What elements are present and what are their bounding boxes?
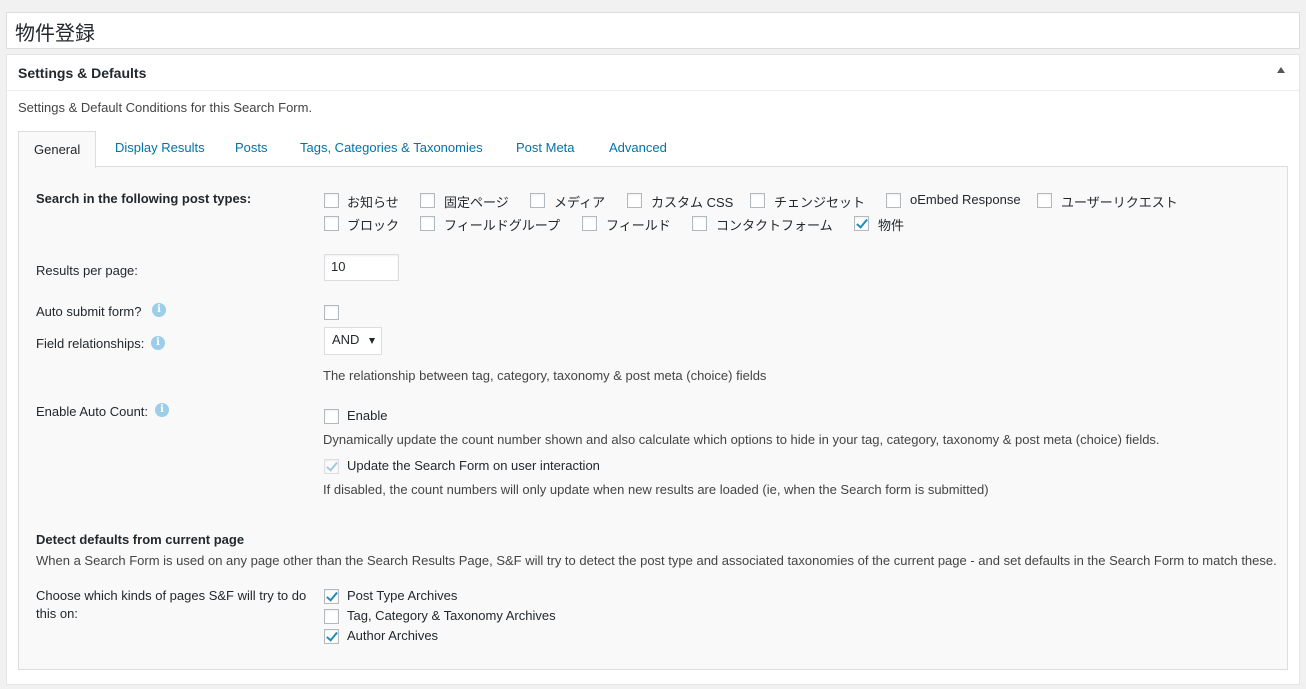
auto-count-label: Enable Auto Count: [36,404,149,419]
detect-option-checkbox[interactable] [324,589,339,604]
tab-tags-categories-taxonomies[interactable]: Tags, Categories & Taxonomies [300,131,483,167]
post-type-label: チェンジセット [774,195,866,210]
field-relationships-select[interactable]: AND [324,327,382,355]
post-type-checkbox[interactable] [530,193,545,208]
results-per-page-label: Results per page: [36,263,138,278]
post-type-label: メディア [554,195,606,210]
auto-count-description: Dynamically update the count number show… [323,432,1160,447]
field-relationships-description: The relationship between tag, category, … [323,368,767,383]
post-type-checkbox[interactable] [324,193,339,208]
post-type-checkbox[interactable] [420,193,435,208]
update-on-interaction-checkbox[interactable] [324,459,339,474]
post-type-label: 固定ページ [444,195,509,210]
detect-option-checkbox[interactable] [324,609,339,624]
auto-count-enable-checkbox[interactable] [324,409,339,424]
post-type-checkbox[interactable] [1037,193,1052,208]
metabox-description: Settings & Default Conditions for this S… [18,100,313,115]
tab-advanced[interactable]: Advanced [609,131,667,167]
update-on-interaction-description: If disabled, the count numbers will only… [323,482,989,497]
post-title-input[interactable]: 物件登録 [15,17,95,46]
update-on-interaction-label: Update the Search Form on user interacti… [347,458,600,473]
detect-defaults-description: When a Search Form is used on any page o… [36,553,1277,568]
detect-option-checkbox[interactable] [324,629,339,644]
tab-general[interactable]: General [18,131,97,168]
post-type-checkbox[interactable] [324,216,339,231]
detect-option-label: Author Archives [347,628,439,643]
tab-post-meta[interactable]: Post Meta [516,131,575,167]
post-type-checkbox[interactable] [750,193,765,208]
metabox-header[interactable]: Settings & Defaults [7,55,1299,91]
post-type-checkbox[interactable] [854,216,869,231]
post-type-label: お知らせ [347,195,399,210]
post-type-label: oEmbed Response [910,192,1021,207]
auto-count-enable-label: Enable [347,408,388,423]
info-icon[interactable]: i [152,303,166,317]
post-type-checkbox[interactable] [692,216,707,231]
detect-choose-label: Choose which kinds of pages S&F will try… [36,588,307,603]
post-type-label: 物件 [878,218,905,233]
post-types-label: Search in the following post types: [36,191,252,206]
auto-submit-label: Auto submit form? [36,304,142,319]
settings-defaults-metabox: Settings & Defaults Settings & Default C… [6,54,1300,685]
post-type-checkbox[interactable] [420,216,435,231]
post-title-field[interactable]: 物件登録 [6,12,1300,49]
select-value: AND [332,332,360,347]
post-type-checkbox[interactable] [627,193,642,208]
post-type-label: ユーザーリクエスト [1061,195,1178,210]
tab-display-results[interactable]: Display Results [115,131,205,167]
chevron-down-icon [369,338,375,344]
general-tab-panel: Search in the following post types: お知らせ… [18,166,1288,670]
post-type-label: フィールド [606,218,671,233]
detect-defaults-title: Detect defaults from current page [36,532,245,547]
auto-submit-checkbox[interactable] [324,305,339,320]
post-type-checkbox[interactable] [886,193,901,208]
post-type-label: フィールドグループ [444,218,560,233]
post-type-label: カスタム CSS [651,195,734,210]
info-icon[interactable]: i [155,403,169,417]
post-type-label: コンタクトフォーム [716,218,833,233]
detect-option-label: Tag, Category & Taxonomy Archives [347,608,556,623]
detect-option-label: Post Type Archives [347,588,458,603]
field-relationships-label: Field relationships: [36,336,145,351]
post-type-checkbox[interactable] [582,216,597,231]
info-icon[interactable]: i [151,336,165,350]
metabox-title: Settings & Defaults [18,65,147,81]
detect-choose-label-cont: this on: [36,606,78,621]
tab-posts[interactable]: Posts [235,131,268,167]
collapse-arrow-icon[interactable] [1277,67,1285,73]
results-per-page-input[interactable]: 10 [324,254,399,281]
post-type-label: ブロック [347,218,400,233]
